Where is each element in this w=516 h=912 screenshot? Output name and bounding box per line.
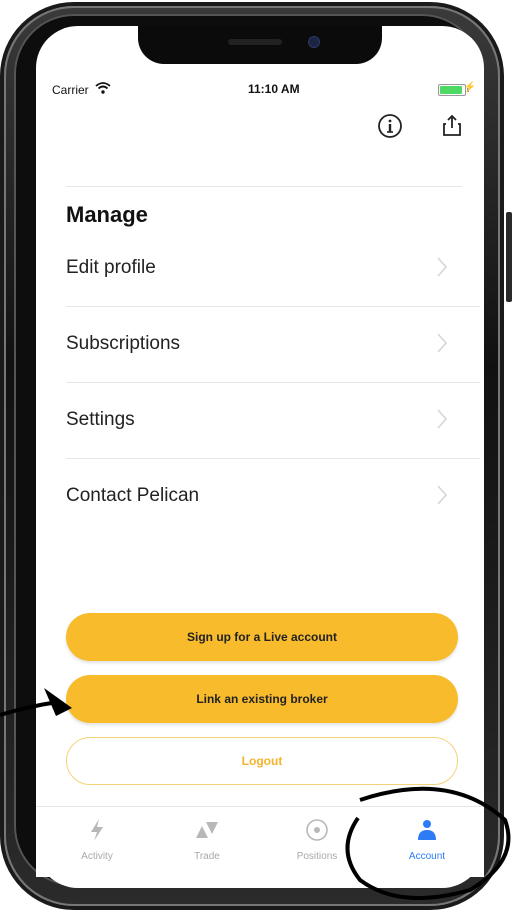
menu-divider: [66, 382, 480, 383]
tab-account[interactable]: Account: [382, 817, 472, 862]
status-bar: Carrier 11:10 AM ⚡: [52, 80, 476, 98]
notch: [138, 26, 382, 64]
charging-icon: ⚡: [463, 82, 476, 93]
speaker: [228, 39, 282, 45]
bolt-icon: [52, 817, 142, 843]
tab-positions[interactable]: Positions: [272, 817, 362, 862]
carrier-label: Carrier: [52, 82, 89, 97]
target-icon: [272, 817, 362, 843]
chevron-right-icon: [436, 332, 448, 359]
carrier: Carrier: [52, 82, 111, 97]
manage-title: Manage: [66, 202, 148, 227]
menu-item-settings[interactable]: Settings: [66, 398, 476, 442]
link-broker-button[interactable]: Link an existing broker: [66, 675, 458, 723]
menu-item-contact-pelican[interactable]: Contact Pelican: [66, 474, 476, 518]
menu-item-subscriptions[interactable]: Subscriptions: [66, 322, 476, 366]
battery-icon: [438, 84, 469, 96]
trade-icon: [162, 817, 252, 843]
menu-divider: [66, 458, 480, 459]
wifi-icon: [95, 82, 111, 97]
stage: Carrier 11:10 AM ⚡ Manage Edit profile S…: [0, 0, 516, 912]
header-actions: [376, 112, 466, 140]
header-divider: [66, 186, 462, 187]
tab-label: Positions: [296, 851, 338, 862]
share-icon[interactable]: [438, 112, 466, 140]
front-camera: [308, 36, 320, 48]
status-time: 11:10 AM: [248, 82, 300, 96]
power-button: [506, 212, 512, 302]
chevron-right-icon: [436, 408, 448, 435]
tab-label: Activity: [81, 851, 113, 862]
menu-divider: [66, 306, 480, 307]
menu-item-label: Subscriptions: [66, 333, 181, 354]
person-icon: [382, 817, 472, 843]
info-icon[interactable]: [376, 112, 404, 140]
signup-live-account-button[interactable]: Sign up for a Live account: [66, 613, 458, 661]
menu-item-label: Settings: [66, 409, 135, 430]
chevron-right-icon: [436, 484, 448, 511]
tab-trade[interactable]: Trade: [162, 817, 252, 862]
menu-item-edit-profile[interactable]: Edit profile: [66, 246, 476, 290]
tab-label: Account: [408, 851, 446, 862]
tab-activity[interactable]: Activity: [52, 817, 142, 862]
menu-item-label: Edit profile: [66, 257, 156, 278]
chevron-right-icon: [436, 256, 448, 283]
logout-button[interactable]: Logout: [66, 737, 458, 785]
tab-label: Trade: [194, 851, 220, 862]
menu-item-label: Contact Pelican: [66, 485, 200, 506]
tab-bar: Activity Trade Positions Account: [36, 806, 484, 877]
